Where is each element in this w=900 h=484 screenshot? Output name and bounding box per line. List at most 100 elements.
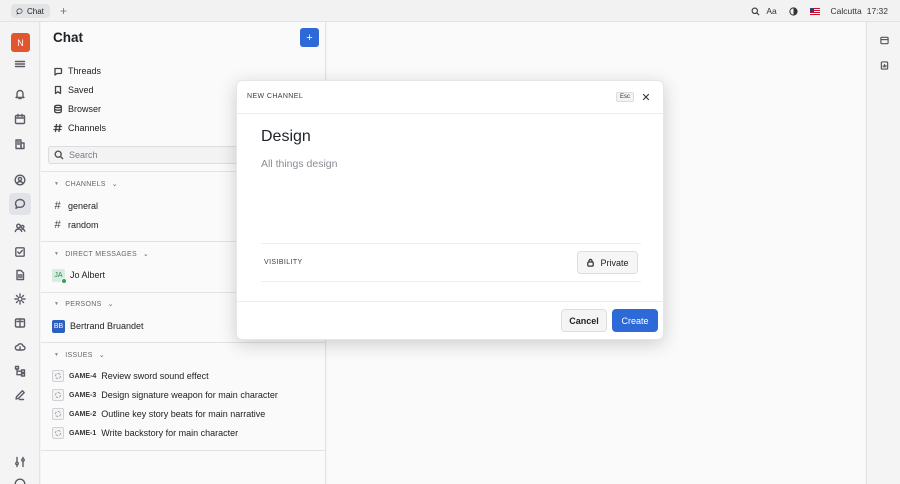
nav-item-browser[interactable]: Browser [53, 100, 101, 118]
location-label[interactable]: Calcutta [831, 2, 862, 20]
channel-item-general[interactable]: # general [52, 198, 98, 214]
bell-icon [15, 89, 25, 100]
dialog-header: NEW CHANNEL Esc ✕ [237, 81, 665, 114]
avatar: BB [52, 319, 65, 333]
details-button[interactable] [878, 34, 890, 46]
issue-title: Design signature weapon for main charact… [101, 390, 278, 400]
issue-status-icon [52, 408, 64, 420]
issue-title: Write backstory for main character [101, 428, 239, 438]
cancel-button[interactable]: Cancel [561, 309, 607, 332]
ideas-button[interactable] [10, 289, 30, 309]
drive-button[interactable] [10, 337, 30, 357]
tasks-button[interactable] [10, 242, 30, 262]
nav-item-saved[interactable]: Saved [53, 81, 94, 99]
issue-id: GAME-3 [69, 391, 97, 399]
section-label: PERSONS [65, 300, 102, 308]
person-item-bertrand-bruandet[interactable]: BB Bertrand Bruandet [52, 318, 144, 334]
collapse-caret-icon: ▼ [54, 251, 60, 257]
chevron-down-icon: ⌄ [111, 181, 118, 188]
new-channel-dialog: NEW CHANNEL Esc ✕ Design All things desi… [236, 80, 665, 340]
issue-item[interactable]: GAME-2 Outline key story beats for main … [52, 406, 265, 422]
chat-button[interactable] [9, 193, 31, 215]
channel-description-input[interactable]: All things design [261, 158, 337, 170]
create-button[interactable]: Create [612, 309, 658, 332]
section-header-direct-messages[interactable]: ▼ DIRECT MESSAGES ⌄ [54, 248, 149, 260]
divider [261, 243, 641, 244]
chat-icon [14, 198, 26, 209]
checkbox-icon [15, 247, 25, 257]
channel-item-random[interactable]: # random [52, 217, 99, 233]
database-icon [54, 104, 62, 114]
new-message-button[interactable]: + [300, 28, 319, 47]
issue-status-icon [52, 427, 64, 439]
section-label: DIRECT MESSAGES [65, 250, 137, 258]
issue-id: GAME-1 [69, 429, 97, 437]
help-circle-icon [14, 478, 26, 484]
dm-item-jo-albert[interactable]: JA Jo Albert [52, 267, 105, 284]
settings-button[interactable] [10, 452, 30, 472]
section-header-channels[interactable]: ▼ CHANNELS ⌄ [54, 178, 118, 190]
top-right-controls: Aa Calcutta 17:32 [749, 2, 888, 20]
dialog-footer-divider [237, 301, 665, 302]
lock-icon [587, 258, 595, 267]
contrast-icon [789, 6, 798, 16]
office-button[interactable] [10, 134, 30, 154]
language-button[interactable] [808, 2, 822, 20]
contacts-button[interactable] [10, 170, 30, 190]
channel-name-input[interactable]: Design [261, 128, 311, 146]
page-title: Chat [53, 30, 83, 45]
tab-chat-label: Chat [27, 6, 44, 16]
workspace-avatar[interactable]: N [11, 33, 30, 52]
reports-button[interactable] [878, 59, 890, 71]
channel-label: random [68, 220, 99, 230]
font-size-button[interactable]: Aa [765, 2, 779, 20]
team-button[interactable] [10, 218, 30, 238]
top-bar: Chat + Aa Calcutta 17:32 [0, 0, 900, 22]
book-icon [14, 318, 26, 328]
tab-chat[interactable]: Chat [11, 4, 50, 18]
compose-button[interactable] [10, 385, 30, 405]
add-tab-button[interactable]: + [58, 4, 69, 18]
issue-id: GAME-4 [69, 372, 97, 380]
hamburger-icon [14, 60, 26, 68]
documents-button[interactable] [10, 265, 30, 285]
visibility-label: VISIBILITY [264, 259, 303, 266]
issue-title: Outline key story beats for main narrati… [101, 409, 266, 419]
issue-item[interactable]: GAME-3 Design signature weapon for main … [52, 387, 278, 403]
nav-item-channels[interactable]: Channels [53, 119, 106, 137]
close-icon[interactable]: ✕ [640, 90, 652, 104]
menu-button[interactable] [10, 54, 30, 74]
issue-item[interactable]: GAME-1 Write backstory for main characte… [52, 425, 238, 441]
document-icon [16, 269, 25, 281]
section-header-issues[interactable]: ▼ ISSUES ⌄ [54, 349, 105, 361]
issue-item[interactable]: GAME-4 Review sword sound effect [52, 368, 209, 384]
channels-icon [53, 123, 63, 133]
issue-status-icon [52, 389, 64, 401]
library-button[interactable] [10, 313, 30, 333]
search-input[interactable]: Search [48, 146, 258, 164]
search-button[interactable] [749, 2, 763, 20]
app-rail: N [0, 22, 40, 484]
us-flag-icon [809, 7, 820, 15]
avatar: JA [52, 268, 67, 284]
visibility-button[interactable]: Private [577, 251, 638, 274]
chat-bubble-icon [16, 7, 23, 15]
theme-toggle-button[interactable] [787, 2, 801, 20]
channel-label: general [68, 201, 99, 211]
section-header-persons[interactable]: ▼ PERSONS ⌄ [54, 298, 114, 310]
issue-id: GAME-2 [69, 410, 97, 418]
help-button[interactable] [10, 474, 30, 484]
tracker-button[interactable] [10, 361, 30, 381]
divider [41, 450, 326, 451]
search-icon [54, 150, 64, 160]
nav-item-threads[interactable]: Threads [53, 62, 101, 80]
person-circle-icon [14, 174, 26, 186]
chevron-down-icon: ⌄ [142, 251, 150, 258]
section-label: CHANNELS [65, 180, 106, 188]
notifications-button[interactable] [10, 84, 30, 104]
nav-item-label: Saved [68, 85, 94, 95]
right-rail [866, 22, 900, 484]
pencil-icon [15, 390, 25, 401]
calendar-button[interactable] [10, 109, 30, 129]
nav-item-label: Channels [68, 123, 107, 133]
